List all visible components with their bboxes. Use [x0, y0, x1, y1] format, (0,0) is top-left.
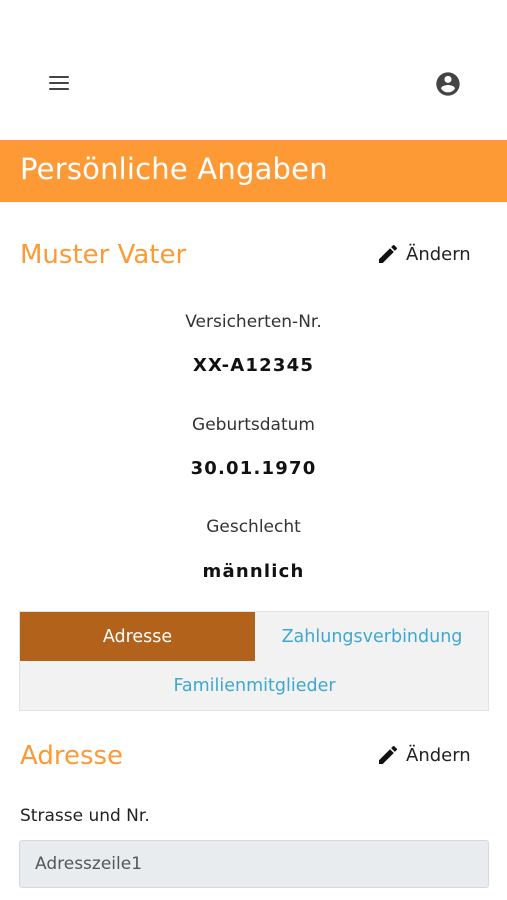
tab-zahlungsverbindung[interactable]: Zahlungsverbindung — [255, 612, 489, 661]
edit-address-label: Ändern — [406, 744, 471, 766]
person-name: Muster Vater — [20, 240, 187, 270]
account-circle-icon[interactable] — [434, 70, 462, 98]
top-bar — [0, 0, 507, 140]
birthdate-label: Geburtsdatum — [192, 415, 315, 435]
pencil-icon — [379, 745, 398, 764]
insurance-number-label: Versicherten-Nr. — [185, 312, 322, 332]
gender-value: männlich — [202, 561, 305, 582]
edit-person-label: Ändern — [406, 243, 471, 265]
address-title: Adresse — [20, 741, 124, 771]
menu-icon[interactable] — [47, 72, 73, 96]
insurance-number-value: XX-A12345 — [192, 355, 315, 376]
tab-adresse[interactable]: Adresse — [20, 612, 255, 661]
edit-address-button[interactable]: Ändern — [376, 742, 471, 768]
birthdate-value: 30.01.1970 — [190, 458, 317, 479]
edit-person-button[interactable]: Ändern — [376, 241, 471, 267]
tab-familienmitglieder[interactable]: Familienmitglieder — [20, 661, 489, 710]
section-tabs: Adresse Zahlungsverbindung Familienmitgl… — [19, 611, 489, 711]
pencil-icon — [379, 244, 398, 263]
page-title: Persönliche Angaben — [20, 152, 328, 186]
street-input[interactable] — [19, 840, 489, 888]
street-label: Strasse und Nr. — [20, 806, 150, 826]
gender-label: Geschlecht — [206, 517, 301, 537]
